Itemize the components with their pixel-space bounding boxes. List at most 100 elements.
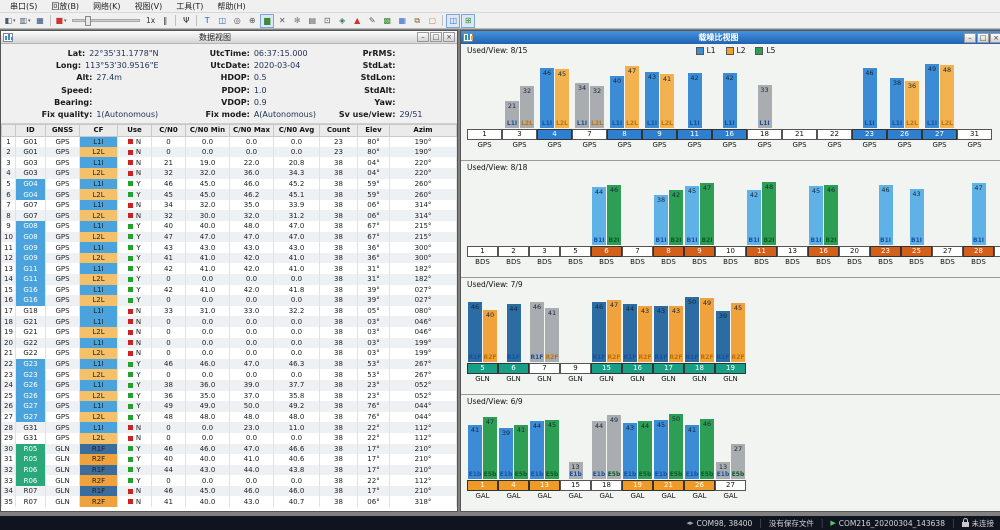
sat-number-box[interactable]: 6 bbox=[498, 363, 529, 374]
sat-number-box[interactable]: 15 bbox=[560, 480, 591, 491]
sat-number-box[interactable]: 5 bbox=[467, 363, 498, 374]
sat-number-box[interactable]: 19 bbox=[622, 480, 653, 491]
table-row[interactable]: 25 G26 GPS L2L Y 36 35.0 37.0 35.8 38 23° 052° bbox=[1, 390, 457, 402]
sat-number-box[interactable]: 16 bbox=[712, 129, 747, 140]
sat-number-box[interactable]: 16 bbox=[622, 363, 653, 374]
split-horizontal-button[interactable]: ◫ bbox=[446, 13, 461, 28]
sat-number-box[interactable]: 18 bbox=[591, 480, 622, 491]
table-row[interactable]: 10 G08 GPS L2L Y 47 47.0 47.0 47.0 38 67° 215° bbox=[1, 231, 457, 243]
sat-number-box[interactable]: 7 bbox=[572, 129, 607, 140]
pause-button[interactable]: ‖ bbox=[158, 14, 172, 28]
sat-number-box[interactable]: 8 bbox=[607, 129, 642, 140]
table-row[interactable]: 19 G21 GPS L2L N 0 0.0 0.0 0.0 38 03° 046° bbox=[1, 326, 457, 338]
sat-number-box[interactable]: 25 bbox=[901, 246, 932, 257]
sat-number-box[interactable]: 23 bbox=[852, 129, 887, 140]
sat-number-box[interactable]: 15 bbox=[591, 363, 622, 374]
table-row[interactable]: 34 R07 GLN R1F N 46 45.0 46.0 46.0 38 17° 210° bbox=[1, 485, 457, 497]
snr-view-button[interactable]: ▆ bbox=[260, 13, 275, 28]
menu-item[interactable]: 视图(V) bbox=[129, 1, 169, 12]
table-row[interactable]: 23 G23 GPS L2L Y 0 0.0 0.0 0.0 38 53° 267° bbox=[1, 369, 457, 380]
table-row[interactable]: 26 G27 GPS L1I Y 49 49.0 50.0 49.2 38 76° 044° bbox=[1, 401, 457, 412]
table-row[interactable]: 2 G01 GPS L2L N 0 0.0 0.0 0.0 23 80° 190° bbox=[1, 146, 457, 158]
sat-number-box[interactable]: 10 bbox=[715, 246, 746, 257]
sat-number-box[interactable]: 21 bbox=[782, 129, 817, 140]
sat-number-box[interactable]: 18 bbox=[747, 129, 782, 140]
table-row[interactable]: 16 G16 GPS L2L Y 0 0.0 0.0 0.0 38 39° 027° bbox=[1, 295, 457, 306]
restore-button[interactable]: □ bbox=[430, 32, 442, 42]
menu-item[interactable]: 网络(K) bbox=[87, 1, 127, 12]
status-file[interactable]: 没有保存文件 bbox=[769, 518, 814, 529]
layers-button[interactable]: ⧉ bbox=[410, 14, 424, 28]
sat-number-box[interactable]: 5 bbox=[560, 246, 591, 257]
table-row[interactable]: 27 G27 GPS L2L Y 48 48.0 48.0 48.0 38 76° 044° bbox=[1, 411, 457, 423]
playback-speed-slider[interactable] bbox=[72, 16, 140, 26]
sat-number-box[interactable]: 20 bbox=[839, 246, 870, 257]
sat-number-box[interactable]: 3 bbox=[529, 246, 560, 257]
target-button[interactable]: ◎ bbox=[230, 14, 244, 28]
page-view-button[interactable]: ⊡ bbox=[320, 14, 334, 28]
table-row[interactable]: 15 G16 GPS L1I Y 42 41.0 42.0 41.8 38 39° 027° bbox=[1, 284, 457, 296]
table-row[interactable]: 6 G04 GPS L2L Y 45 45.0 46.2 45.1 38 59° 260° bbox=[1, 189, 457, 200]
table-row[interactable]: 18 G21 GPS L1I N 0 0.0 0.0 0.0 38 03° 046° bbox=[1, 316, 457, 327]
column-header[interactable]: Use bbox=[117, 123, 152, 137]
menu-item[interactable]: 帮助(H) bbox=[211, 1, 251, 12]
sat-number-box[interactable]: 1 bbox=[467, 246, 498, 257]
table-row[interactable]: 3 G03 GPS L1I N 21 19.0 22.0 20.8 38 04° 220° bbox=[1, 157, 457, 169]
sat-number-box[interactable]: 7 bbox=[622, 246, 653, 257]
sat-number-box[interactable]: 7 bbox=[529, 363, 560, 374]
table-row[interactable]: 30 R05 GLN R1F Y 46 46.0 47.0 46.6 38 17° 210° bbox=[1, 443, 457, 455]
table-row[interactable]: 20 G22 GPS L1I N 0 0.0 0.0 0.0 38 03° 199° bbox=[1, 337, 457, 349]
sat-number-box[interactable]: 9 bbox=[560, 363, 591, 374]
sat-number-box[interactable]: 16 bbox=[808, 246, 839, 257]
antenna-button[interactable]: Ψ bbox=[179, 14, 193, 28]
sat-number-box[interactable]: 2 bbox=[498, 246, 529, 257]
table-row[interactable]: 8 G07 GPS L2L N 32 30.0 32.0 31.2 38 06° 314° bbox=[1, 210, 457, 222]
table-row[interactable]: 12 G09 GPS L2L Y 41 41.0 42.0 41.0 38 36° 300° bbox=[1, 252, 457, 264]
sat-number-box[interactable]: 26 bbox=[887, 129, 922, 140]
column-header[interactable]: Count bbox=[319, 123, 358, 137]
column-header[interactable]: CF bbox=[79, 123, 118, 137]
sat-number-box[interactable]: 22 bbox=[817, 129, 852, 140]
menu-item[interactable]: 回放(B) bbox=[45, 1, 85, 12]
table-row[interactable]: 11 G09 GPS L1I Y 43 43.0 43.0 43.0 38 36° 300° bbox=[1, 242, 457, 253]
sat-number-box[interactable]: 3 bbox=[502, 129, 537, 140]
panel-button[interactable]: ▢ bbox=[425, 14, 439, 28]
table-row[interactable]: 4 G03 GPS L2L N 32 32.0 36.0 34.3 38 04° 220° bbox=[1, 168, 457, 179]
map-view-button[interactable]: ▩ bbox=[380, 14, 394, 28]
sat-number-box[interactable]: 26 bbox=[684, 480, 715, 491]
sat-number-box[interactable]: 6 bbox=[591, 246, 622, 257]
sat-number-box[interactable]: 1 bbox=[467, 129, 502, 140]
port-connect-button[interactable]: ◧ ▾ bbox=[3, 14, 17, 28]
table-row[interactable]: 17 G18 GPS L1I N 33 31.0 33.0 32.2 38 05° 080° bbox=[1, 305, 457, 317]
scatter-view-button[interactable]: ✕ bbox=[275, 14, 289, 28]
sat-number-box[interactable]: 9 bbox=[642, 129, 677, 140]
column-header[interactable]: Azim bbox=[389, 123, 457, 137]
sat-number-box[interactable]: 8 bbox=[653, 246, 684, 257]
sat-number-box[interactable]: 11 bbox=[746, 246, 777, 257]
save-button[interactable]: ▦ bbox=[33, 14, 47, 28]
restore-button[interactable]: □ bbox=[977, 32, 989, 43]
split-grid-button[interactable]: ⊞ bbox=[461, 13, 476, 28]
table-row[interactable]: 35 R07 GLN R2F N 41 40.0 43.0 40.7 38 06° 318° bbox=[1, 496, 457, 508]
table-row[interactable]: 22 G23 GPS L1I Y 46 46.0 47.0 46.3 38 53° 267° bbox=[1, 358, 457, 370]
table-row[interactable]: 1 G01 GPS L1I N 0 0.0 0.0 0.0 23 80° 190° bbox=[1, 136, 457, 147]
grid-view-button[interactable]: ▦ bbox=[395, 14, 409, 28]
column-header[interactable]: C/N0 Avg bbox=[273, 123, 320, 137]
sat-number-box[interactable]: 9 bbox=[684, 246, 715, 257]
compass-button[interactable]: ◈ bbox=[335, 14, 349, 28]
sat-number-box[interactable]: 27 bbox=[715, 480, 746, 491]
draw-button[interactable]: ✎ bbox=[365, 14, 379, 28]
column-header[interactable] bbox=[1, 123, 16, 137]
table-row[interactable]: 7 G07 GPS L1I N 34 32.0 35.0 33.9 38 06° 314° bbox=[1, 199, 457, 211]
text-view-button[interactable]: T bbox=[200, 14, 214, 28]
slider-thumb[interactable] bbox=[84, 16, 91, 26]
table-row[interactable]: 13 G11 GPS L1I Y 42 41.0 42.0 41.0 38 31° 182° bbox=[1, 263, 457, 274]
column-header[interactable]: GNSS bbox=[45, 123, 80, 137]
table-row[interactable]: 29 G31 GPS L2L N 0 0.0 0.0 0.0 38 22° 112° bbox=[1, 432, 457, 444]
column-header[interactable]: ID bbox=[15, 123, 46, 137]
table-row[interactable]: 31 R05 GLN R2F Y 40 40.0 41.0 40.6 38 17° 210° bbox=[1, 454, 457, 465]
sat-number-box[interactable]: 11 bbox=[677, 129, 712, 140]
close-button[interactable]: × bbox=[443, 32, 455, 42]
sat-number-box[interactable]: 28 bbox=[963, 246, 994, 257]
settings-target-button[interactable]: ⊕ bbox=[245, 14, 259, 28]
